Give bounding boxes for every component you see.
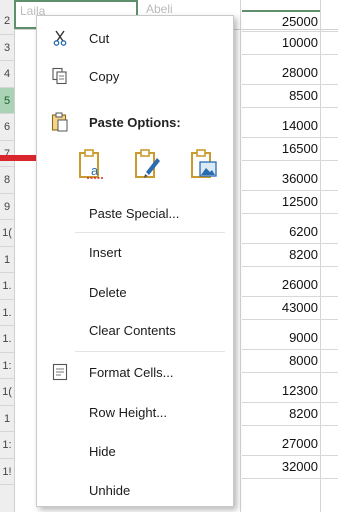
clipboard-icon — [51, 112, 69, 132]
paste-values-icon[interactable]: a — [77, 148, 107, 180]
menu-label-paste-options: Paste Options: — [89, 114, 181, 130]
svg-text:a: a — [91, 163, 99, 178]
row-header[interactable]: 1. — [0, 273, 14, 300]
value-cell[interactable]: 16500 — [242, 139, 320, 159]
menu-label-clear-contents: Clear Contents — [89, 322, 176, 338]
row-header[interactable]: 3 — [0, 35, 14, 61]
menu-label-unhide: Unhide — [89, 482, 131, 498]
row-gridline — [242, 477, 338, 479]
paste-options-row: a — [77, 148, 227, 182]
row-gridline — [242, 371, 338, 373]
row-header[interactable]: 1: — [0, 353, 14, 379]
row-gridline — [242, 106, 338, 108]
row-gridline — [242, 53, 338, 55]
row-header[interactable]: 4 — [0, 61, 14, 88]
row-header[interactable]: 5 — [0, 87, 14, 114]
value-cell[interactable]: 14000 — [242, 116, 320, 136]
menu-item-unhide[interactable]: Unhide — [37, 476, 233, 504]
menu-label-insert: Insert — [89, 244, 122, 260]
paste-formatting-icon[interactable] — [133, 148, 163, 180]
row-header[interactable]: 1! — [0, 459, 14, 485]
value-cell[interactable]: 8200 — [242, 245, 320, 265]
menu-item-copy[interactable]: Copy — [37, 62, 233, 90]
row-gridline — [242, 424, 338, 426]
row-header[interactable]: 1 — [0, 247, 14, 273]
value-cell[interactable]: 26000 — [242, 275, 320, 295]
row-header[interactable]: 9 — [0, 194, 14, 220]
row-header[interactable]: 8 — [0, 167, 14, 194]
menu-item-clear-contents[interactable]: Clear Contents — [37, 316, 233, 344]
menu-divider — [75, 232, 225, 233]
menu-label-hide: Hide — [89, 443, 116, 459]
row-gridline — [242, 212, 338, 214]
value-cell[interactable]: 6200 — [242, 222, 320, 242]
context-menu: Cut Copy Paste Options: a Paste Special.… — [36, 15, 234, 507]
format-cells-icon — [51, 363, 69, 381]
menu-label-paste-special: Paste Special... — [89, 205, 180, 221]
column-separator — [240, 0, 241, 512]
value-cell[interactable]: 43000 — [242, 298, 320, 318]
row-header[interactable]: 1: — [0, 432, 14, 459]
value-cell[interactable]: 8200 — [242, 404, 320, 424]
value-cell[interactable]: 10000 — [242, 33, 320, 53]
row-headers: 2 3 4 5 6 7 8 9 1(1 1. 1. 1. 1: 1(1 1: 1! — [0, 0, 15, 512]
scissors-icon — [51, 29, 69, 47]
row-header[interactable]: 1 — [0, 406, 14, 432]
value-cell[interactable]: 36000 — [242, 169, 320, 189]
value-cell[interactable]: 25000 — [242, 10, 320, 30]
value-cell[interactable]: 32000 — [242, 457, 320, 477]
menu-item-format-cells[interactable]: Format Cells... — [37, 358, 233, 386]
menu-header-paste-options: Paste Options: — [37, 108, 233, 136]
menu-label-cut: Cut — [89, 30, 110, 46]
row-gridline — [242, 159, 338, 161]
menu-label-copy: Copy — [89, 68, 120, 84]
menu-label-format-cells: Format Cells... — [89, 364, 174, 380]
copy-icon — [51, 67, 69, 85]
value-cell[interactable]: 12500 — [242, 192, 320, 212]
row-header[interactable]: 1( — [0, 220, 14, 247]
row-header[interactable]: 6 — [0, 114, 14, 141]
menu-label-delete: Delete — [89, 284, 127, 300]
menu-item-insert[interactable]: Insert — [37, 238, 233, 266]
value-cell[interactable]: 8000 — [242, 351, 320, 371]
row-header[interactable]: 1( — [0, 379, 14, 406]
value-cell[interactable]: 28000 — [242, 63, 320, 83]
row-gridline — [242, 318, 338, 320]
menu-item-paste-special[interactable]: Paste Special... — [37, 199, 233, 227]
row-gridline — [242, 265, 338, 267]
menu-label-row-height: Row Height... — [89, 404, 168, 420]
value-cell[interactable]: 8500 — [242, 86, 320, 106]
menu-item-hide[interactable]: Hide — [37, 437, 233, 465]
row-header[interactable]: 1. — [0, 300, 14, 326]
value-cell[interactable]: 9000 — [242, 328, 320, 348]
row-header[interactable]: 1. — [0, 326, 14, 353]
menu-item-row-height[interactable]: Row Height... — [37, 398, 233, 426]
row-header[interactable]: 2 — [0, 8, 14, 35]
value-cell[interactable]: 27000 — [242, 434, 320, 454]
menu-divider — [75, 351, 225, 352]
paste-picture-icon[interactable] — [189, 148, 219, 180]
menu-item-delete[interactable]: Delete — [37, 278, 233, 306]
column-separator — [320, 0, 321, 512]
menu-item-cut[interactable]: Cut — [37, 24, 233, 52]
value-cell[interactable]: 12300 — [242, 381, 320, 401]
